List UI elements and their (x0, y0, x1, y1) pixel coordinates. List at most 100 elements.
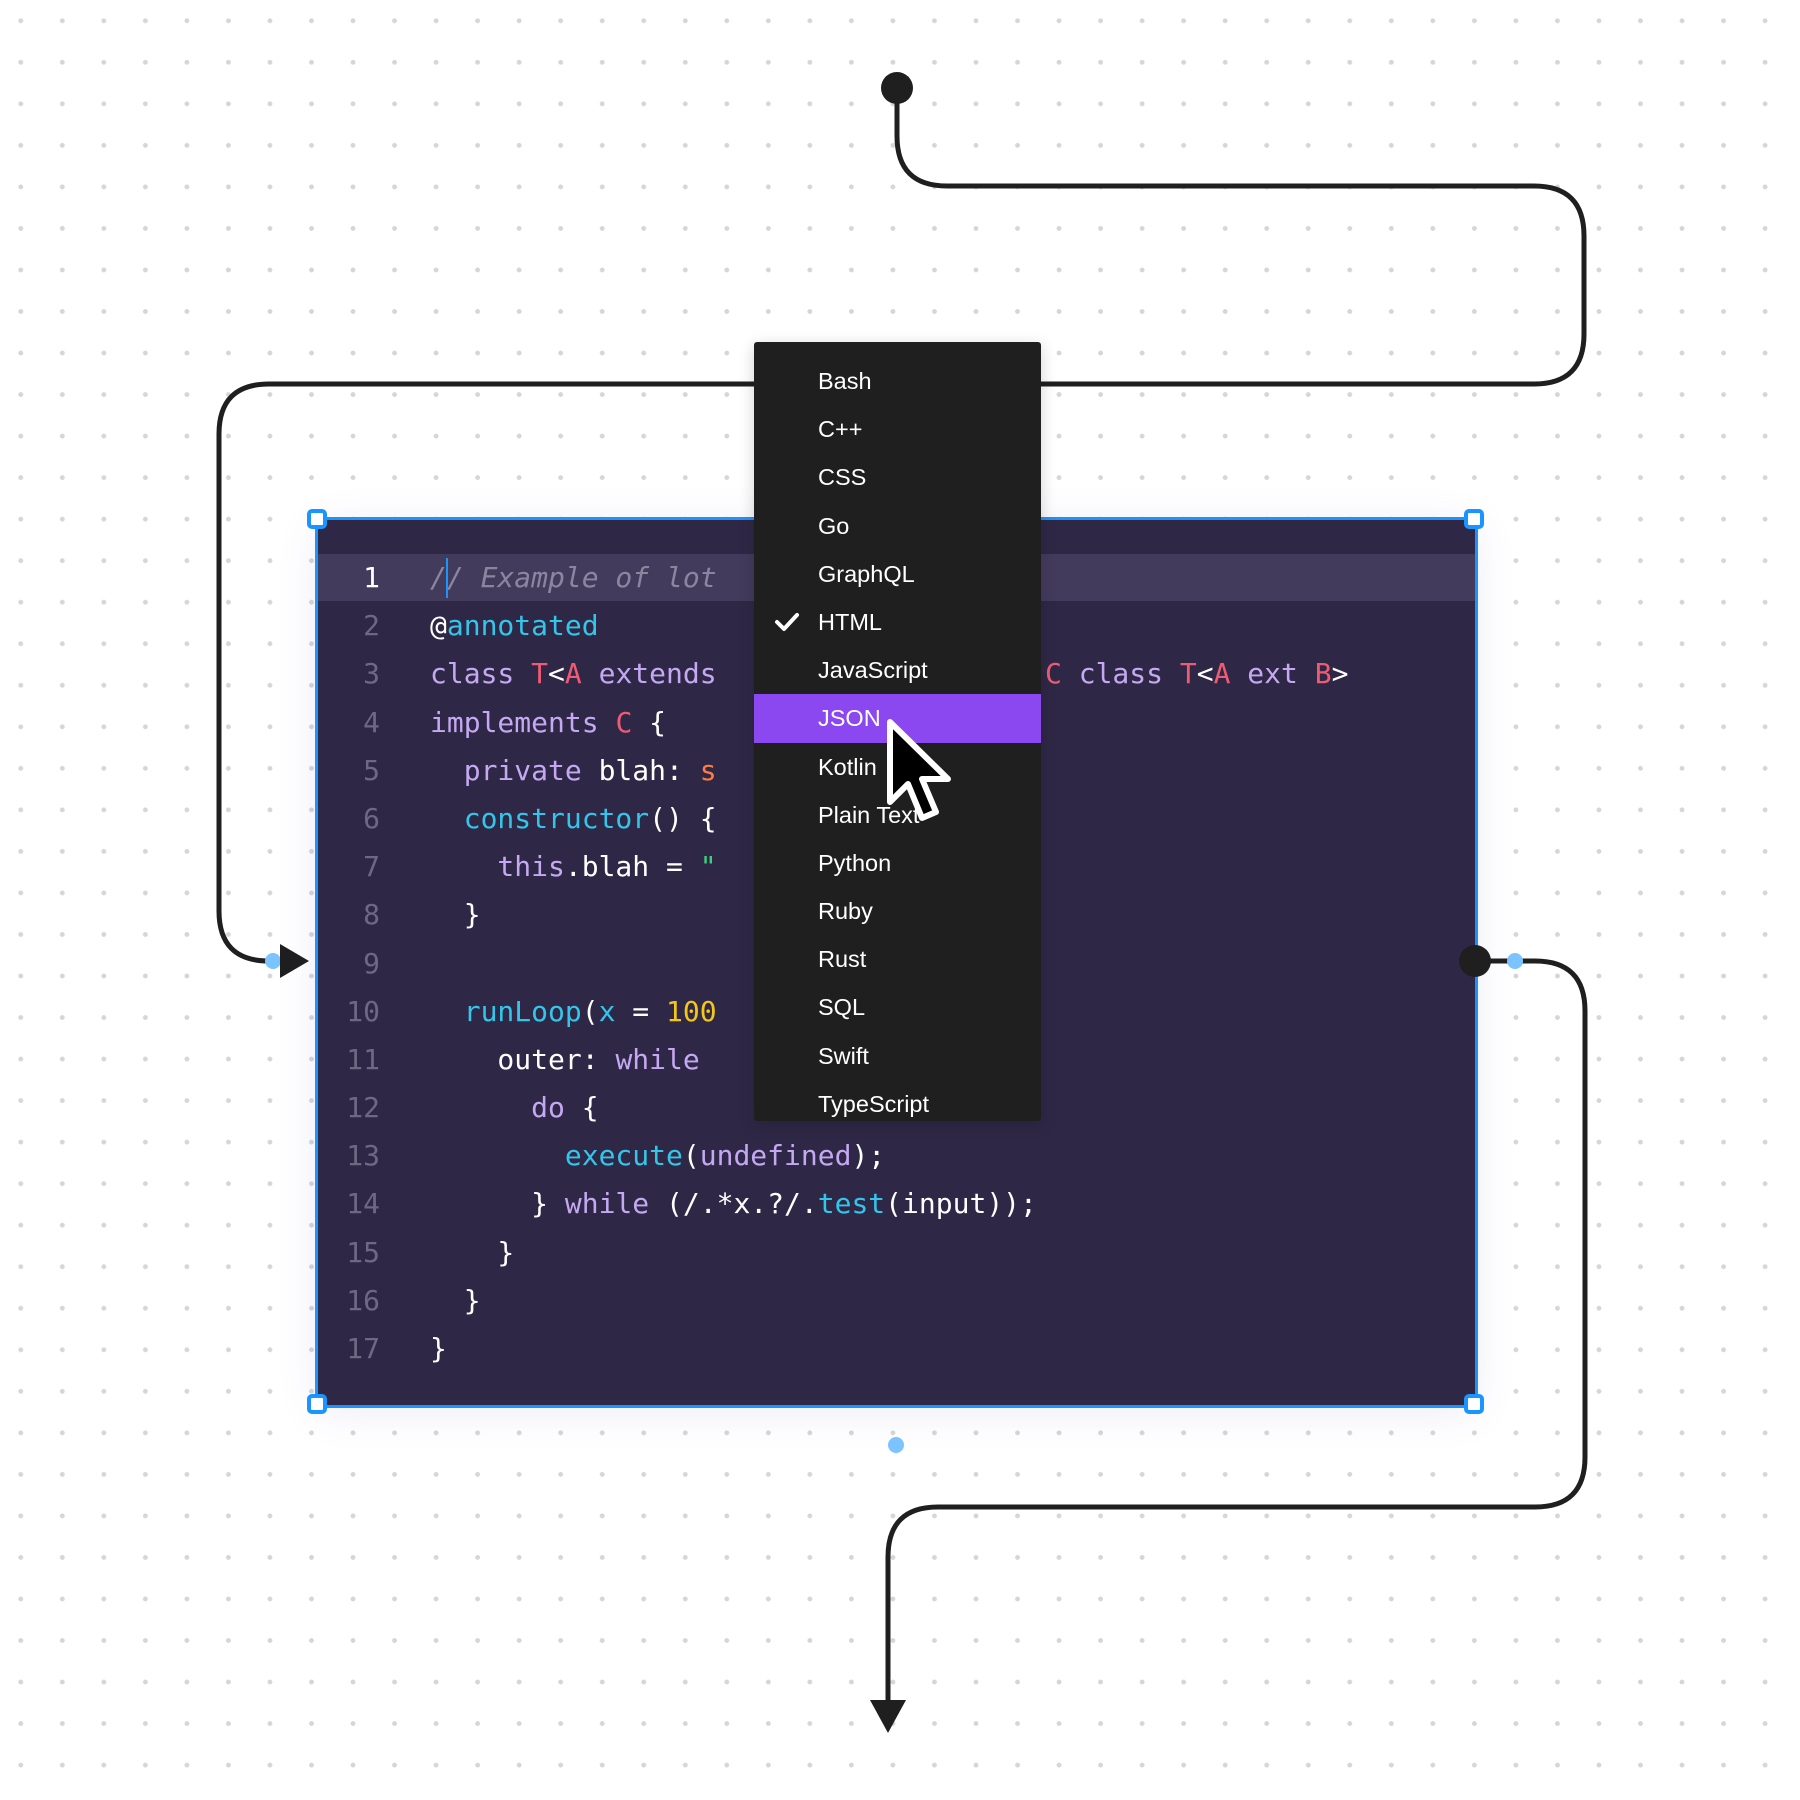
code-text: } (430, 1277, 481, 1325)
code-token: > (1331, 657, 1349, 690)
line-number: 9 (363, 946, 380, 980)
code-token: class (1061, 657, 1180, 690)
menu-item-python[interactable]: Python (754, 839, 1041, 887)
line-number: 11 (346, 1042, 380, 1076)
code-text: runLoop(x = 100 (430, 988, 717, 1036)
code-line[interactable]: 15 } (318, 1229, 1475, 1277)
code-token: extends (581, 657, 717, 691)
code-text: } while (/.*x.?/.test(input)); (430, 1180, 1037, 1228)
code-line[interactable]: 13 execute(undefined); (318, 1132, 1475, 1180)
code-line[interactable]: 17} (318, 1325, 1475, 1373)
resize-handle-bottom-right[interactable] (1464, 1394, 1484, 1414)
code-text: execute(undefined); (430, 1132, 885, 1180)
menu-item-javascript[interactable]: JavaScript (754, 646, 1041, 694)
code-token: s (699, 753, 717, 787)
code-token: A (1213, 657, 1231, 690)
line-number: 5 (363, 753, 380, 787)
code-token: this (430, 850, 565, 884)
menu-item-graphql[interactable]: GraphQL (754, 550, 1041, 598)
menu-item-label: JSON (818, 705, 881, 732)
line-number: 7 (363, 850, 380, 884)
menu-item-html[interactable]: HTML (754, 598, 1041, 646)
code-token: outer: (430, 1042, 616, 1076)
code-token: } (430, 1235, 515, 1269)
menu-item-label: Bash (818, 368, 872, 394)
code-token: .blah = (564, 850, 700, 884)
menu-item-swift[interactable]: Swift (754, 1032, 1041, 1080)
menu-item-typescript[interactable]: TypeScript (754, 1080, 1041, 1128)
menu-item-label: CSS (818, 464, 867, 491)
code-token: 100 (666, 994, 717, 1028)
menu-item-bash[interactable]: Bash (754, 357, 1041, 405)
menu-item-label: HTML (818, 608, 882, 635)
arrowhead-icon-bottom (870, 1700, 906, 1733)
code-token: // Example of lot (430, 561, 717, 594)
arrowhead-icon-left (280, 944, 309, 978)
menu-item-label: JavaScript (818, 657, 928, 684)
connector-start-dot[interactable] (881, 72, 913, 104)
menu-item-label: Python (818, 849, 892, 876)
code-token: annotated (446, 609, 599, 643)
line-number: 13 (346, 1139, 380, 1173)
code-text: } (430, 891, 481, 939)
code-token: ( (581, 994, 599, 1028)
code-token: while (615, 1042, 700, 1076)
resize-handle-top-right[interactable] (1464, 509, 1484, 529)
line-number: 2 (363, 609, 380, 643)
code-token: x (598, 994, 616, 1028)
menu-item-label: Kotlin (818, 753, 877, 780)
menu-item-label: SQL (818, 994, 866, 1021)
line-number: 17 (346, 1332, 380, 1365)
menu-item-c-[interactable]: C++ (754, 405, 1041, 453)
menu-item-rust[interactable]: Rust (754, 935, 1041, 983)
code-token: } (430, 1283, 481, 1317)
code-token: () { (649, 801, 717, 835)
code-line[interactable]: 14 } while (/.*x.?/.test(input)); (318, 1180, 1475, 1228)
line-number: 15 (346, 1235, 380, 1269)
menu-item-label: GraphQL (818, 560, 915, 587)
code-token: do (430, 1091, 565, 1125)
menu-item-label: Rust (818, 946, 867, 973)
text-caret (446, 558, 448, 598)
menu-item-go[interactable]: Go (754, 502, 1041, 550)
code-token: A (564, 657, 582, 691)
code-token: T (1179, 657, 1197, 690)
code-token: ( (682, 1139, 700, 1173)
code-token: } (430, 1332, 447, 1365)
code-token: @ (430, 609, 447, 643)
connector-hint-dot-bottom (888, 1437, 904, 1453)
code-text: private blah: s (430, 747, 717, 795)
code-token: { (632, 705, 667, 739)
line-number: 16 (346, 1283, 380, 1317)
menu-item-sql[interactable]: SQL (754, 983, 1041, 1031)
code-line-3-overflow: C class T<A ext B> (1045, 650, 1348, 698)
menu-item-ruby[interactable]: Ruby (754, 887, 1041, 935)
menu-item-css[interactable]: CSS (754, 453, 1041, 501)
code-text: this.blah = " (430, 843, 717, 891)
code-token: B (1314, 657, 1332, 690)
connector-hint-dot-right (1507, 953, 1523, 969)
code-token: while (564, 1187, 650, 1221)
code-text: implements C { (430, 699, 666, 747)
resize-handle-bottom-left[interactable] (307, 1394, 327, 1414)
line-number: 14 (346, 1187, 380, 1221)
code-token: runLoop (430, 994, 582, 1028)
code-text: constructor() { (430, 795, 717, 843)
code-token: (/.*x.?/. (649, 1187, 818, 1221)
line-number: 4 (363, 705, 380, 739)
code-token: C (615, 705, 633, 739)
code-token: class (430, 657, 532, 691)
code-token: < (1196, 657, 1214, 690)
code-token: test (817, 1187, 886, 1221)
menu-item-label: Go (818, 512, 850, 539)
code-token: (input)); (885, 1187, 1037, 1221)
resize-handle-top-left[interactable] (307, 509, 327, 529)
menu-item-label: Ruby (818, 898, 873, 925)
code-text: } (430, 1229, 514, 1277)
code-token: } (430, 898, 481, 932)
line-number: 3 (363, 657, 380, 691)
line-number: 10 (346, 994, 380, 1028)
pointer-cursor-icon (887, 719, 951, 821)
code-token: " (699, 850, 717, 884)
code-line[interactable]: 16 } (318, 1277, 1475, 1325)
